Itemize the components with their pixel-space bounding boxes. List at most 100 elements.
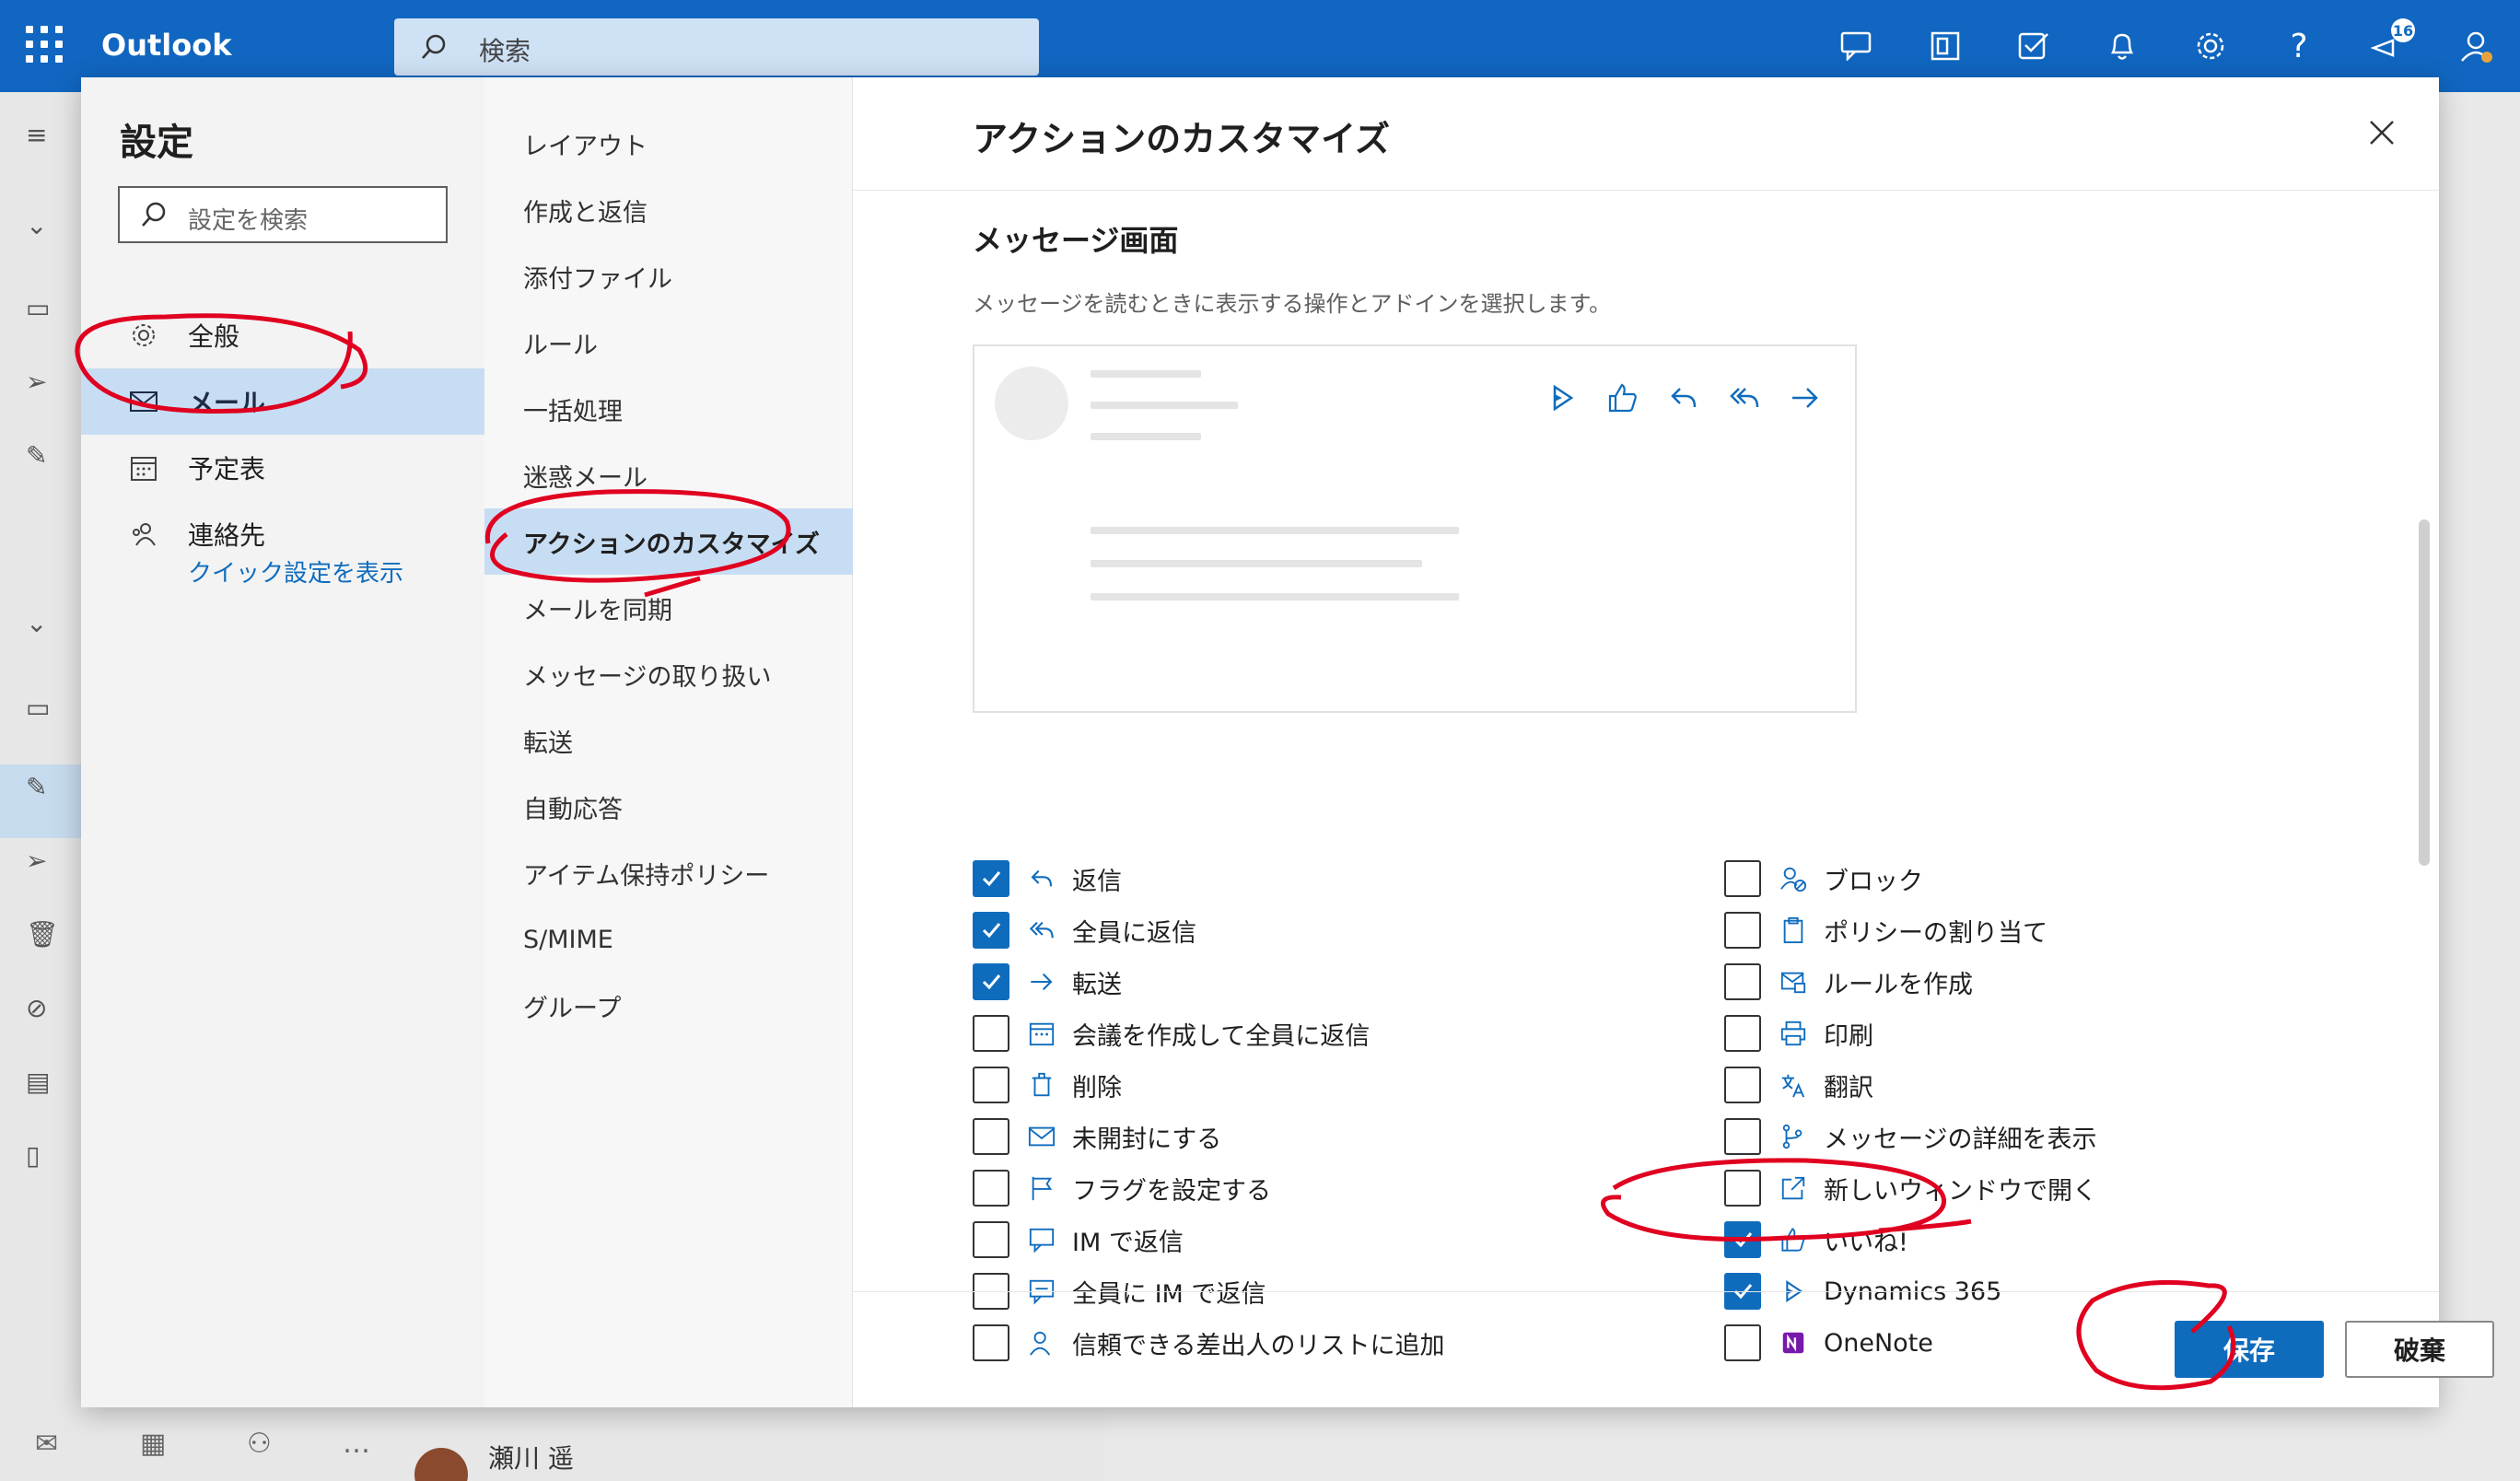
checkbox[interactable] bbox=[973, 1324, 1009, 1361]
checkbox[interactable] bbox=[1724, 1170, 1761, 1207]
option-label: OneNote bbox=[1824, 1328, 1933, 1358]
discard-button[interactable]: 破棄 bbox=[2345, 1321, 2494, 1378]
onenote-icon bbox=[1778, 1327, 1809, 1359]
option-like[interactable]: いいね! bbox=[1724, 1218, 1908, 1262]
option-add-safe-sender[interactable]: 信頼できる差出人のリストに追加 bbox=[973, 1321, 1444, 1365]
account-avatar-icon[interactable] bbox=[2432, 0, 2520, 92]
inbox-icon[interactable]: ▭ bbox=[26, 693, 57, 724]
checkbox[interactable] bbox=[973, 1118, 1009, 1155]
flag-icon bbox=[1026, 1172, 1057, 1204]
option-create-rule[interactable]: ルールを作成 bbox=[1724, 960, 1973, 1004]
send-icon[interactable]: ➢ bbox=[26, 367, 57, 398]
checkbox[interactable] bbox=[1724, 963, 1761, 1000]
send-icon[interactable]: ➢ bbox=[26, 845, 57, 877]
option-label: 転送 bbox=[1072, 970, 1122, 999]
section-groups[interactable]: グループ bbox=[484, 973, 853, 1039]
section-rules[interactable]: ルール bbox=[484, 309, 853, 376]
option-flag[interactable]: フラグを設定する bbox=[973, 1166, 1271, 1210]
checkbox[interactable] bbox=[973, 1015, 1009, 1052]
hamburger-icon[interactable]: ≡ bbox=[26, 120, 57, 151]
pencil-icon[interactable]: ✎ bbox=[26, 772, 57, 803]
checkbox[interactable] bbox=[1724, 860, 1761, 897]
section-junk[interactable]: 迷惑メール bbox=[484, 442, 853, 508]
option-message-details[interactable]: メッセージの詳細を表示 bbox=[1724, 1114, 2096, 1159]
category-calendar[interactable]: 予定表 bbox=[81, 435, 484, 501]
option-onenote[interactable]: OneNote bbox=[1724, 1321, 1933, 1365]
reply-icon bbox=[1026, 863, 1057, 894]
section-retention[interactable]: アイテム保持ポリシー bbox=[484, 840, 853, 906]
option-im-reply[interactable]: IM で返信 bbox=[973, 1218, 1184, 1262]
mail-icon[interactable]: ✉ bbox=[35, 1428, 58, 1460]
checkbox[interactable] bbox=[973, 912, 1009, 949]
people-icon bbox=[125, 519, 162, 549]
section-layout[interactable]: レイアウト bbox=[484, 111, 853, 177]
option-forward[interactable]: 転送 bbox=[973, 960, 1122, 1004]
section-compose[interactable]: 作成と返信 bbox=[484, 177, 853, 243]
chevron-down-icon[interactable]: ⌄ bbox=[26, 608, 57, 639]
divider bbox=[853, 1291, 2439, 1292]
more-icon[interactable]: … bbox=[343, 1428, 370, 1460]
quick-settings-link[interactable]: クイック設定を表示 bbox=[188, 554, 403, 589]
option-print[interactable]: 印刷 bbox=[1724, 1011, 1873, 1055]
checkbox[interactable] bbox=[973, 963, 1009, 1000]
checkbox[interactable] bbox=[1724, 1324, 1761, 1361]
option-open-new-window[interactable]: 新しいウィンドウで開く bbox=[1724, 1166, 2097, 1210]
section-sweep[interactable]: 一括処理 bbox=[484, 376, 853, 442]
option-delete[interactable]: 削除 bbox=[973, 1063, 1122, 1107]
gear-icon bbox=[125, 321, 162, 350]
checkbox[interactable] bbox=[973, 1170, 1009, 1207]
chevron-down-icon[interactable]: ⌄ bbox=[26, 210, 57, 241]
block-icon[interactable]: ⊘ bbox=[26, 993, 57, 1024]
category-label: メール bbox=[188, 388, 266, 418]
close-icon[interactable] bbox=[2363, 114, 2400, 151]
checkbox[interactable] bbox=[1724, 1015, 1761, 1052]
option-reply[interactable]: 返信 bbox=[973, 857, 1122, 901]
checkbox[interactable] bbox=[1724, 1118, 1761, 1155]
people-icon[interactable]: ⚇ bbox=[247, 1428, 272, 1460]
settings-search-placeholder: 設定を検索 bbox=[188, 207, 309, 235]
pencil-icon[interactable]: ✎ bbox=[26, 440, 57, 472]
app-launcher-icon[interactable] bbox=[26, 26, 63, 63]
section-message-handling[interactable]: メッセージの取り扱い bbox=[484, 641, 853, 707]
person-add-icon bbox=[1026, 1327, 1057, 1359]
checkbox[interactable] bbox=[1724, 912, 1761, 949]
option-meeting-reply[interactable]: 会議を作成して全員に返信 bbox=[973, 1011, 1370, 1055]
category-general[interactable]: 全般 bbox=[81, 302, 484, 368]
preview-line bbox=[1091, 370, 1201, 378]
checkbox[interactable] bbox=[1724, 1067, 1761, 1103]
settings-search-input[interactable]: 設定を検索 bbox=[118, 186, 448, 243]
checkbox[interactable] bbox=[973, 1221, 1009, 1258]
option-translate[interactable]: 翻訳 bbox=[1724, 1063, 1873, 1107]
scrollbar[interactable] bbox=[2419, 519, 2430, 866]
save-button[interactable]: 保存 bbox=[2175, 1321, 2324, 1378]
inbox-icon[interactable]: ▭ bbox=[26, 293, 57, 324]
checkbox[interactable] bbox=[1724, 1221, 1761, 1258]
search-box[interactable]: 検索 bbox=[394, 18, 1039, 76]
option-block[interactable]: ブロック bbox=[1724, 857, 1923, 901]
checkbox[interactable] bbox=[973, 860, 1009, 897]
section-smime[interactable]: S/MIME bbox=[484, 906, 853, 973]
mail-icon bbox=[125, 390, 162, 414]
section-forwarding[interactable]: 転送 bbox=[484, 707, 853, 774]
section-customize-actions[interactable]: アクションのカスタマイズ bbox=[484, 508, 853, 575]
preview-line bbox=[1091, 402, 1238, 409]
calendar-icon bbox=[125, 453, 162, 483]
section-auto-reply[interactable]: 自動応答 bbox=[484, 774, 853, 840]
reply-all-icon bbox=[1026, 915, 1057, 946]
preview-line bbox=[1091, 560, 1422, 567]
option-label: 翻訳 bbox=[1824, 1073, 1873, 1102]
category-mail[interactable]: メール bbox=[81, 368, 484, 435]
section-description: メッセージを読むときに表示する操作とアドインを選択します。 bbox=[973, 291, 1612, 317]
section-sync[interactable]: メールを同期 bbox=[484, 575, 853, 641]
option-label: IM で返信 bbox=[1072, 1228, 1184, 1257]
section-attachments[interactable]: 添付ファイル bbox=[484, 243, 853, 309]
option-assign-policy[interactable]: ポリシーの割り当て bbox=[1724, 908, 2048, 952]
option-reply-all[interactable]: 全員に返信 bbox=[973, 908, 1196, 952]
trash-icon[interactable]: 🗑 bbox=[26, 919, 59, 950]
option-mark-unread[interactable]: 未開封にする bbox=[973, 1114, 1221, 1159]
note-icon[interactable]: ▯ bbox=[26, 1140, 57, 1172]
calendar-icon[interactable]: ▦ bbox=[140, 1428, 166, 1460]
translate-icon bbox=[1778, 1069, 1809, 1101]
checkbox[interactable] bbox=[973, 1067, 1009, 1103]
archive-icon[interactable]: ▤ bbox=[26, 1067, 57, 1098]
